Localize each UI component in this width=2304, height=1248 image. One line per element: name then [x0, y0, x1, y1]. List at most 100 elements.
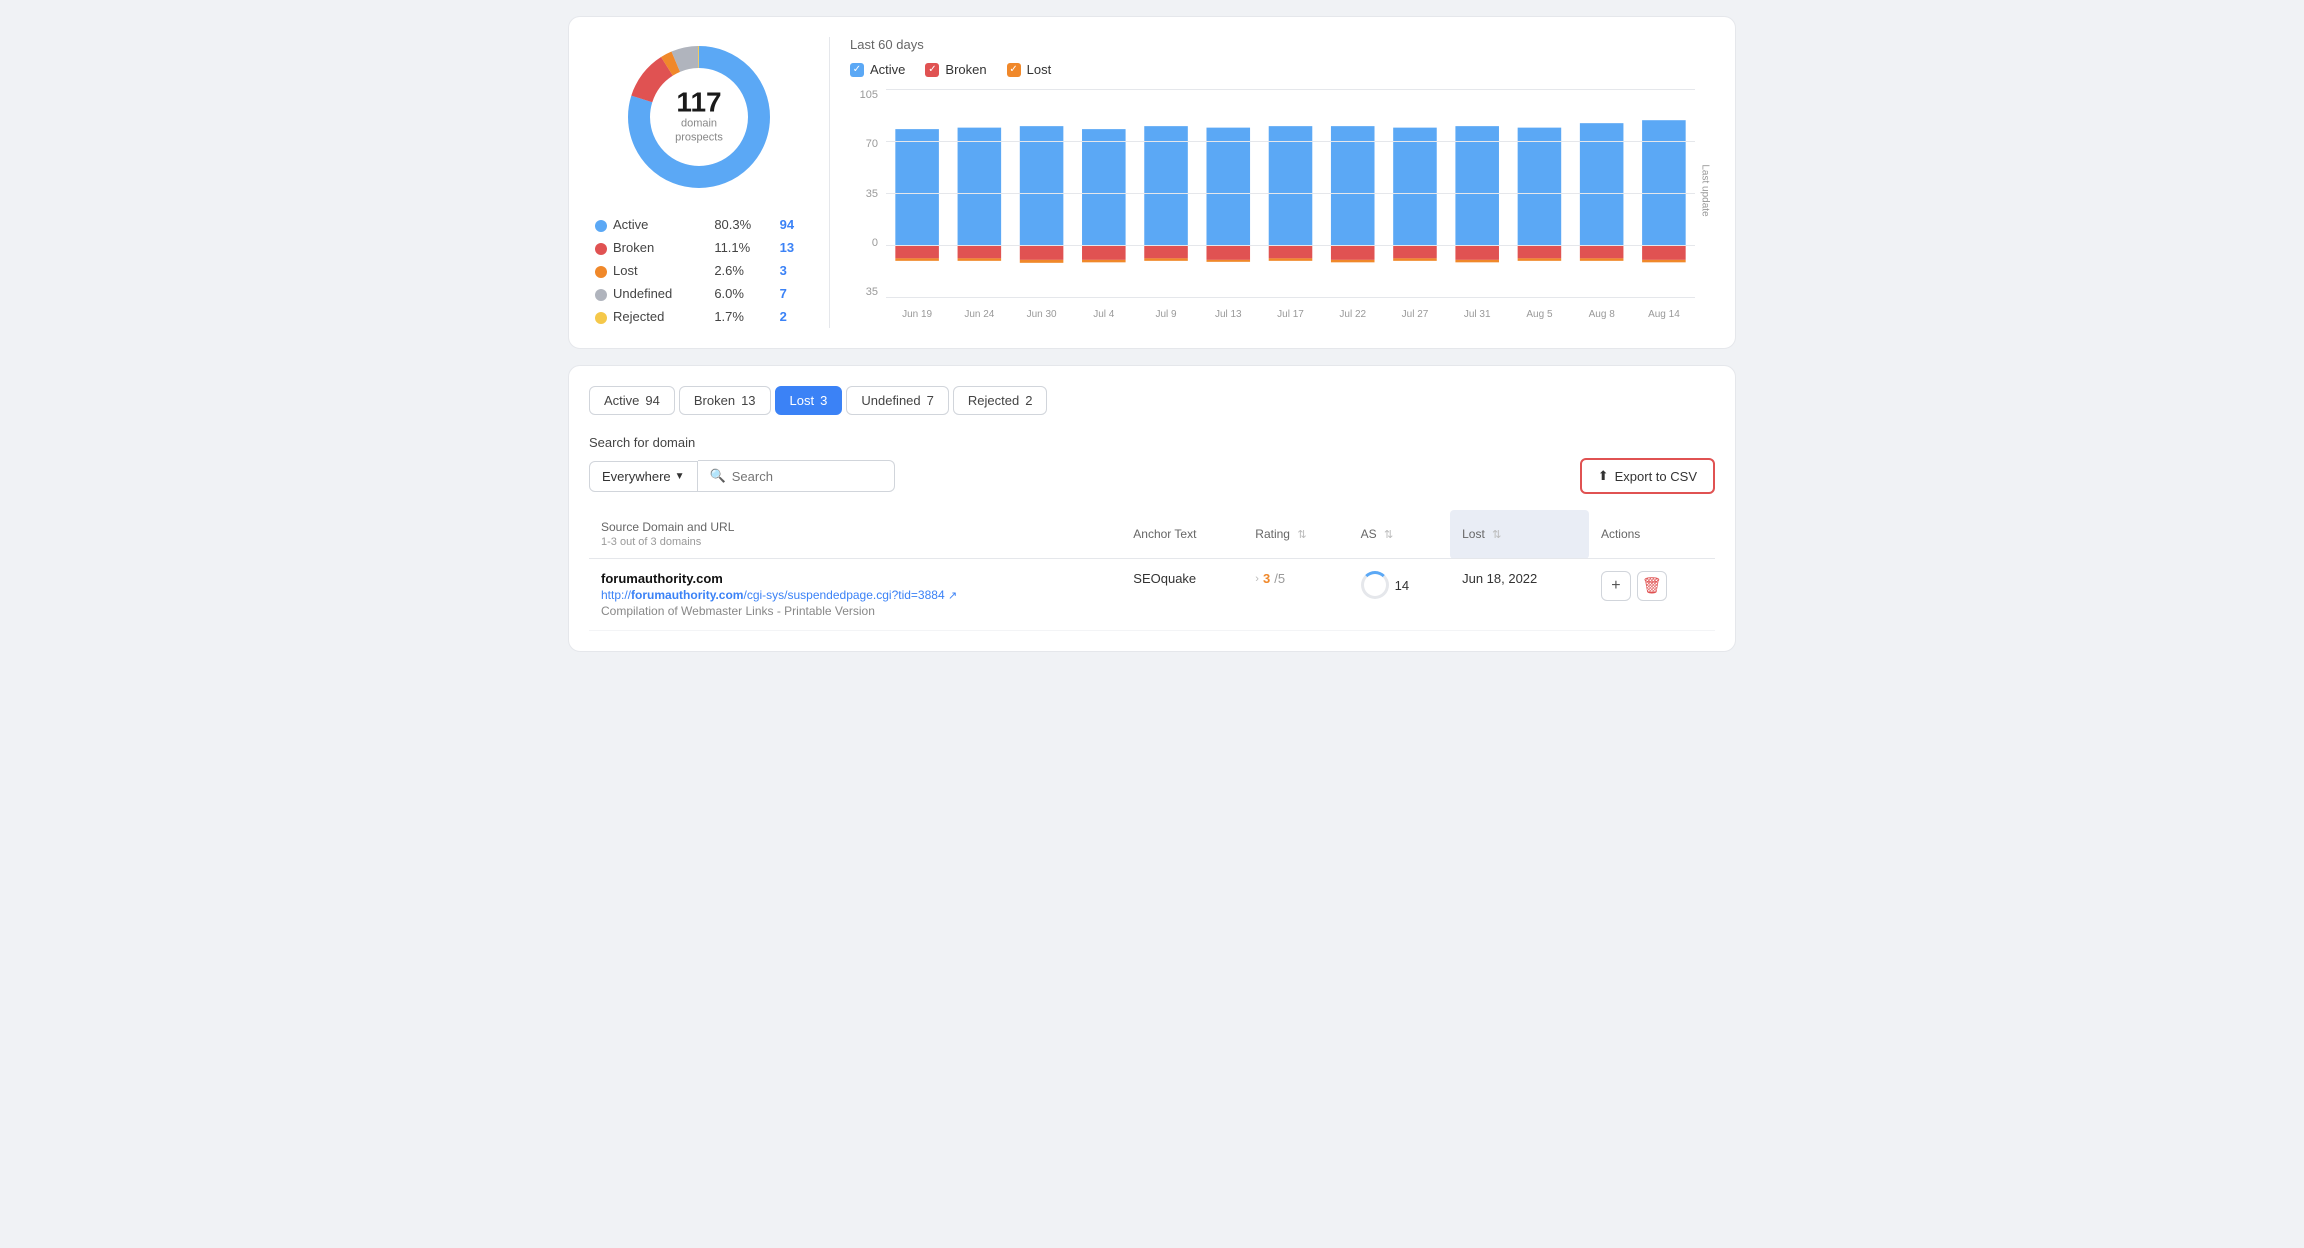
- lost-label: Lost: [1027, 62, 1052, 77]
- last-update-label: Last update: [1699, 164, 1710, 216]
- legend-lost: ✓ Lost: [1007, 62, 1052, 77]
- delete-button[interactable]: 🗑: [1637, 571, 1667, 601]
- tab-broken[interactable]: Broken 13: [679, 386, 771, 415]
- donut-label: domainprospects: [675, 117, 723, 146]
- x-label: Jun 19: [886, 309, 948, 320]
- th-actions: Actions: [1589, 510, 1715, 559]
- lost-sort-icon[interactable]: ⇅: [1492, 528, 1501, 541]
- rating-cell: › 3 /5: [1255, 571, 1336, 586]
- search-input[interactable]: [732, 469, 882, 484]
- legend-row-lost: Lost 2.6% 3: [589, 259, 809, 282]
- search-left: Everywhere ▼ 🔍: [589, 460, 895, 492]
- rating-denom: /5: [1274, 571, 1285, 586]
- domain-name: forumauthority.com: [601, 571, 1109, 586]
- as-cell: 14: [1361, 571, 1438, 599]
- tab-rejected[interactable]: Rejected 2: [953, 386, 1048, 415]
- domain-desc: Compilation of Webmaster Links - Printab…: [601, 604, 1109, 618]
- tabs-row: Active 94 Broken 13 Lost 3 Undefined 7 R…: [589, 386, 1715, 415]
- search-icon: 🔍: [710, 468, 726, 484]
- y-label-105: 105: [850, 89, 882, 101]
- grid-line-3: [886, 245, 1695, 246]
- th-as: AS ⇅: [1349, 510, 1450, 559]
- active-label: Active: [870, 62, 905, 77]
- td-lost: Jun 18, 2022: [1450, 559, 1589, 631]
- table-row: forumauthority.com http://forumauthority…: [589, 559, 1715, 631]
- tab-lost-count: 3: [820, 393, 827, 408]
- action-buttons: + 🗑: [1601, 571, 1703, 601]
- tab-rejected-label: Rejected: [968, 393, 1019, 408]
- add-button[interactable]: +: [1601, 571, 1631, 601]
- x-label: Jul 31: [1446, 309, 1508, 320]
- export-label: Export to CSV: [1615, 469, 1697, 484]
- tab-rejected-count: 2: [1025, 393, 1032, 408]
- chevron-down-icon: ▼: [675, 471, 685, 482]
- legend-row-active: Active 80.3% 94: [589, 213, 809, 236]
- tab-undefined-label: Undefined: [861, 393, 920, 408]
- x-label: Aug 5: [1508, 309, 1570, 320]
- x-label: Jul 17: [1259, 309, 1321, 320]
- active-dot: [595, 220, 607, 232]
- search-section: Search for domain Everywhere ▼ 🔍 ⬆ Expor…: [589, 435, 1715, 494]
- legend-broken: ✓ Broken: [925, 62, 986, 77]
- tab-lost-label: Lost: [790, 393, 815, 408]
- lost-dot: [595, 266, 607, 278]
- domain-url: http://forumauthority.com/cgi-sys/suspen…: [601, 588, 1109, 602]
- th-anchor-text: Anchor Text: [1121, 510, 1243, 559]
- x-axis: Jun 19Jun 24Jun 30Jul 4Jul 9Jul 13Jul 17…: [886, 300, 1695, 328]
- grid-line-top: [886, 89, 1695, 90]
- lost-checkbox[interactable]: ✓: [1007, 63, 1021, 77]
- broken-checkbox[interactable]: ✓: [925, 63, 939, 77]
- tab-active[interactable]: Active 94: [589, 386, 675, 415]
- top-card: 117 domainprospects Active 80.3% 94 Brok…: [568, 16, 1736, 349]
- active-count: 94: [780, 217, 794, 232]
- lost-date: Jun 18, 2022: [1462, 571, 1537, 586]
- rating-sort-icon[interactable]: ⇅: [1297, 528, 1306, 541]
- undefined-dot: [595, 289, 607, 301]
- undefined-count: 7: [780, 286, 787, 301]
- x-label: Aug 14: [1633, 309, 1695, 320]
- tab-active-count: 94: [645, 393, 659, 408]
- bar-chart-area: 105 70 35 0 35: [850, 89, 1715, 328]
- x-label: Jul 22: [1322, 309, 1384, 320]
- search-row: Everywhere ▼ 🔍 ⬆ Export to CSV: [589, 458, 1715, 494]
- tab-undefined[interactable]: Undefined 7: [846, 386, 949, 415]
- grid-line-1: [886, 141, 1695, 142]
- th-source-domain-label: Source Domain and URL: [601, 520, 1109, 534]
- x-label: Jun 30: [1010, 309, 1072, 320]
- dropdown-value: Everywhere: [602, 469, 671, 484]
- legend-row-undefined: Undefined 6.0% 7: [589, 282, 809, 305]
- everywhere-dropdown[interactable]: Everywhere ▼: [589, 461, 698, 492]
- td-as: 14: [1349, 559, 1450, 631]
- active-checkbox[interactable]: ✓: [850, 63, 864, 77]
- as-sort-icon[interactable]: ⇅: [1384, 528, 1393, 541]
- as-circle-icon: [1361, 571, 1389, 599]
- tab-lost[interactable]: Lost 3: [775, 386, 843, 415]
- x-label: Jul 4: [1073, 309, 1135, 320]
- export-csv-button[interactable]: ⬆ Export to CSV: [1580, 458, 1715, 494]
- tab-broken-count: 13: [741, 393, 755, 408]
- x-label: Aug 8: [1571, 309, 1633, 320]
- th-source-domain: Source Domain and URL 1-3 out of 3 domai…: [589, 510, 1121, 559]
- y-label-neg35: 35: [850, 286, 882, 298]
- y-label-70: 70: [850, 138, 882, 150]
- external-link-icon[interactable]: ↗: [948, 590, 957, 602]
- donut-total: 117: [675, 89, 723, 117]
- upload-icon: ⬆: [1598, 468, 1609, 484]
- y-label-0: 0: [850, 237, 882, 249]
- broken-count: 13: [780, 240, 794, 255]
- bars-area: [886, 89, 1695, 298]
- search-label: Search for domain: [589, 435, 1715, 450]
- tab-broken-label: Broken: [694, 393, 735, 408]
- domain-url-bold: forumauthority.com: [631, 588, 743, 602]
- rating-chevron-icon: ›: [1255, 573, 1259, 585]
- broken-dot: [595, 243, 607, 255]
- chart-legend: ✓ Active ✓ Broken ✓ Lost: [850, 62, 1715, 77]
- td-actions: + 🗑: [1589, 559, 1715, 631]
- tab-active-label: Active: [604, 393, 639, 408]
- anchor-text-value: SEOquake: [1133, 571, 1196, 586]
- td-rating: › 3 /5: [1243, 559, 1348, 631]
- vertical-divider: [829, 37, 830, 328]
- search-input-wrap: 🔍: [698, 460, 895, 492]
- rejected-count: 2: [780, 309, 787, 324]
- donut-center: 117 domainprospects: [675, 89, 723, 146]
